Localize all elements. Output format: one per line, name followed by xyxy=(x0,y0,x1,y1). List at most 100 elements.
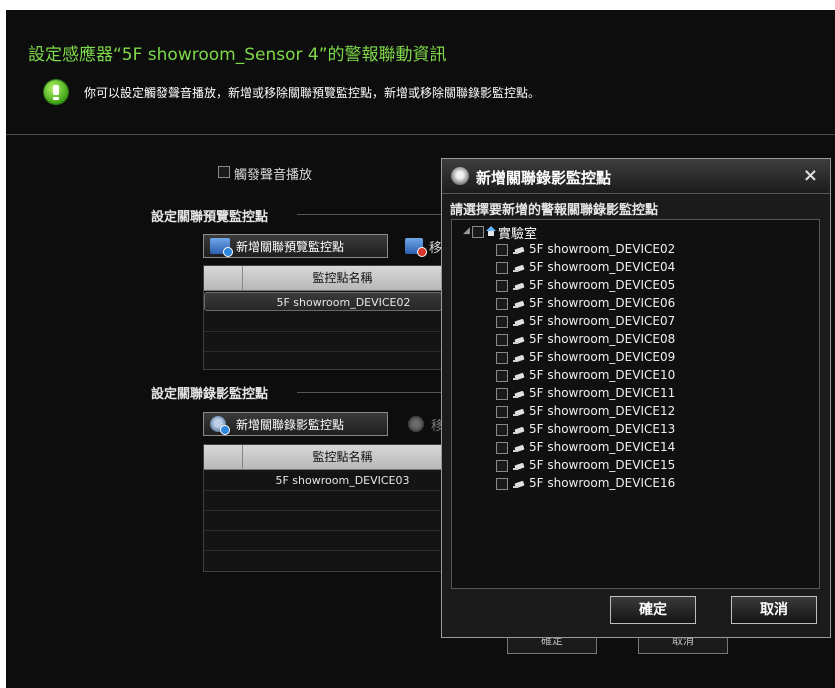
device-tree: ◢ 實驗室 5F showroom_DEVICE02 5F showroom_D… xyxy=(451,219,820,589)
tree-item[interactable]: 5F showroom_DEVICE11 xyxy=(496,385,796,403)
tree-item[interactable]: 5F showroom_DEVICE10 xyxy=(496,367,796,385)
tree-item-checkbox[interactable] xyxy=(496,388,508,400)
add-preview-button-label: 新增關聯預覽監控點 xyxy=(236,239,345,254)
tree-item-checkbox[interactable] xyxy=(496,406,508,418)
tree-item-checkbox[interactable] xyxy=(496,352,508,364)
camera-icon xyxy=(451,167,469,185)
dialog-cancel-button[interactable]: 取消 xyxy=(731,596,817,624)
tree-item[interactable]: 5F showroom_DEVICE04 xyxy=(496,259,796,277)
sound-checkbox[interactable] xyxy=(218,166,230,178)
tree-item-checkbox[interactable] xyxy=(496,442,508,454)
table-row xyxy=(204,312,442,332)
camera-icon xyxy=(512,462,526,471)
tree-item-label: 5F showroom_DEVICE09 xyxy=(529,350,676,364)
column-header-name: 監控點名稱 xyxy=(312,271,373,285)
tree-item[interactable]: 5F showroom_DEVICE06 xyxy=(496,295,796,313)
tree-item-label: 5F showroom_DEVICE07 xyxy=(529,314,676,328)
camera-icon xyxy=(512,372,526,381)
camera-icon xyxy=(512,246,526,255)
column-header-name: 監控點名稱 xyxy=(312,450,373,464)
preview-table-header: 監控點名稱 xyxy=(204,266,442,291)
tree-item-checkbox[interactable] xyxy=(496,262,508,274)
dialog-title: 新增關聯錄影監控點 xyxy=(476,169,612,187)
tree-expander-icon[interactable]: ◢ xyxy=(463,226,470,236)
add-preview-button[interactable]: 新增關聯預覽監控點 xyxy=(203,234,388,258)
tree-item-checkbox[interactable] xyxy=(496,424,508,436)
tree-item[interactable]: 5F showroom_DEVICE15 xyxy=(496,457,796,475)
tree-item-checkbox[interactable] xyxy=(496,298,508,310)
info-icon xyxy=(44,80,68,104)
tree-item-checkbox[interactable] xyxy=(496,460,508,472)
camera-icon xyxy=(512,336,526,345)
tree-item-label: 5F showroom_DEVICE05 xyxy=(529,278,676,292)
camera-icon xyxy=(512,264,526,273)
tree-item[interactable]: 5F showroom_DEVICE07 xyxy=(496,313,796,331)
tree-item[interactable]: 5F showroom_DEVICE08 xyxy=(496,331,796,349)
table-cell-name: 5F showroom_DEVICE03 xyxy=(275,474,410,487)
monitor-remove-icon[interactable] xyxy=(405,238,427,257)
tree-item-label: 5F showroom_DEVICE02 xyxy=(529,242,676,256)
tree-item-checkbox[interactable] xyxy=(496,316,508,328)
header-divider xyxy=(6,134,835,135)
tree-item[interactable]: 5F showroom_DEVICE05 xyxy=(496,277,796,295)
table-row xyxy=(204,531,442,551)
tree-item-label: 5F showroom_DEVICE15 xyxy=(529,458,676,472)
close-icon[interactable]: × xyxy=(803,165,818,186)
tree-item-label: 5F showroom_DEVICE06 xyxy=(529,296,676,310)
dialog-titlebar[interactable]: 新增關聯錄影監控點 × xyxy=(442,159,830,194)
record-table-header: 監控點名稱 xyxy=(204,445,442,470)
tree-item-checkbox[interactable] xyxy=(496,334,508,346)
tree-item-checkbox[interactable] xyxy=(496,244,508,256)
add-record-button-label: 新增關聯錄影監控點 xyxy=(236,417,345,432)
camera-icon xyxy=(512,300,526,309)
preview-section-divider xyxy=(297,214,441,215)
tree-root-checkbox[interactable] xyxy=(472,226,484,238)
record-section-divider xyxy=(297,392,441,393)
tree-item-checkbox[interactable] xyxy=(496,370,508,382)
preview-table: 監控點名稱 5F showroom_DEVICE02 xyxy=(203,265,443,370)
tree-item-label: 5F showroom_DEVICE04 xyxy=(529,260,676,274)
table-row[interactable]: 5F showroom_DEVICE02 xyxy=(204,292,442,311)
dialog-prompt: 請選擇要新增的警報關聯錄影監控點 xyxy=(450,203,659,218)
add-record-dialog: 新增關聯錄影監控點 × 請選擇要新增的警報關聯錄影監控點 ◢ 實驗室 5F sh… xyxy=(441,158,831,638)
tree-item[interactable]: 5F showroom_DEVICE14 xyxy=(496,439,796,457)
tree-item-label: 5F showroom_DEVICE08 xyxy=(529,332,676,346)
table-row xyxy=(204,491,442,511)
table-cell-name: 5F showroom_DEVICE02 xyxy=(276,296,411,309)
tree-item[interactable]: 5F showroom_DEVICE16 xyxy=(496,475,796,493)
tree-item-label: 5F showroom_DEVICE12 xyxy=(529,404,676,418)
tree-item[interactable]: 5F showroom_DEVICE13 xyxy=(496,421,796,439)
tree-item[interactable]: 5F showroom_DEVICE12 xyxy=(496,403,796,421)
record-table: 監控點名稱 5F showroom_DEVICE03 xyxy=(203,444,443,572)
dialog-ok-button[interactable]: 確定 xyxy=(610,596,696,624)
tree-item[interactable]: 5F showroom_DEVICE02 xyxy=(496,241,796,259)
table-row xyxy=(204,511,442,531)
tree-item-label: 5F showroom_DEVICE16 xyxy=(529,476,676,490)
table-row xyxy=(204,332,442,352)
tree-item[interactable]: 5F showroom_DEVICE09 xyxy=(496,349,796,367)
camera-add-icon xyxy=(210,416,230,435)
add-record-button[interactable]: 新增關聯錄影監控點 xyxy=(203,412,388,436)
tree-item-checkbox[interactable] xyxy=(496,478,508,490)
tree-item-label: 5F showroom_DEVICE11 xyxy=(529,386,676,400)
tree-item-label: 5F showroom_DEVICE14 xyxy=(529,440,676,454)
camera-icon xyxy=(512,390,526,399)
camera-icon xyxy=(512,426,526,435)
tree-item-label: 5F showroom_DEVICE10 xyxy=(529,368,676,382)
monitor-add-icon xyxy=(210,238,233,257)
record-section-label: 設定關聯錄影監控點 xyxy=(151,387,269,402)
page-title: 設定感應器“5F showroom_Sensor 4”的警報聯動資訊 xyxy=(28,45,447,65)
camera-icon xyxy=(512,354,526,363)
tree-root-label: 實驗室 xyxy=(498,227,538,242)
tree-item-label: 5F showroom_DEVICE13 xyxy=(529,422,676,436)
camera-icon xyxy=(512,408,526,417)
sound-label: 觸發聲音播放 xyxy=(234,168,313,183)
tree-item-checkbox[interactable] xyxy=(496,280,508,292)
header-select-column xyxy=(204,266,243,290)
header-select-column xyxy=(204,445,243,469)
table-row[interactable]: 5F showroom_DEVICE03 xyxy=(204,471,442,491)
camera-icon xyxy=(512,480,526,489)
hint-text: 你可以設定觸發聲音播放，新增或移除關聯預覽監控點，新增或移除關聯錄影監控點。 xyxy=(84,86,541,100)
camera-remove-icon[interactable] xyxy=(408,416,424,432)
camera-icon xyxy=(512,318,526,327)
